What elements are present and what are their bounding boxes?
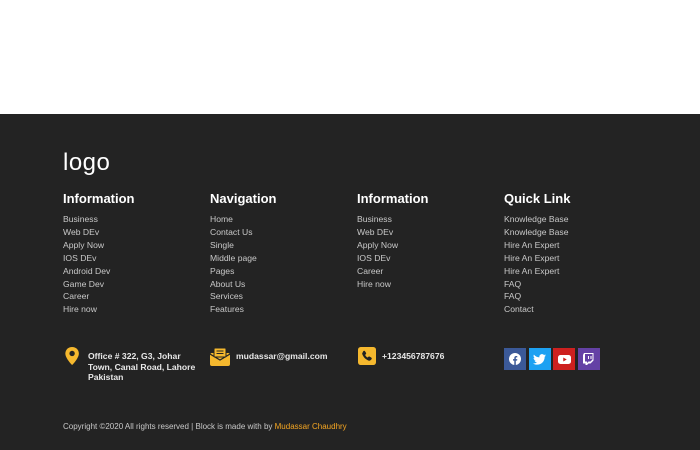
footer-link[interactable]: Knowledge Base	[504, 214, 569, 224]
list-item: Hire now	[63, 303, 135, 316]
copyright-text: Copyright ©2020 All rights reserved | Bl…	[63, 422, 347, 431]
footer-link[interactable]: Contact Us	[210, 227, 253, 237]
footer-link[interactable]: Hire An Expert	[504, 266, 559, 276]
list-item: Features	[210, 303, 276, 316]
list-item: Single	[210, 239, 276, 252]
twitch-button[interactable]	[577, 348, 600, 370]
link-list: Business Web DEv Apply Now IOS DEv Andro…	[63, 213, 135, 316]
envelope-icon	[210, 347, 230, 366]
list-item: Middle page	[210, 252, 276, 265]
contact-email: mudassar@gmail.com	[210, 346, 328, 366]
list-item: Web DEv	[63, 226, 135, 239]
column-title: Information	[63, 191, 135, 206]
list-item: IOS DEv	[63, 252, 135, 265]
contact-phone: +123456787676	[358, 346, 444, 365]
column-title: Information	[357, 191, 429, 206]
list-item: Career	[63, 290, 135, 303]
contact-address: Office # 322, G3, Johar Town, Canal Road…	[64, 346, 200, 383]
list-item: Apply Now	[63, 239, 135, 252]
footer-logo[interactable]: logo	[63, 150, 110, 176]
twitter-button[interactable]	[528, 348, 551, 370]
list-item: Hire now	[357, 278, 429, 291]
youtube-button[interactable]	[553, 348, 575, 370]
phone-icon	[358, 347, 376, 365]
list-item: Career	[357, 265, 429, 278]
address-text: Office # 322, G3, Johar Town, Canal Road…	[88, 351, 196, 382]
footer-column-information: Information Business Web DEv Apply Now I…	[63, 191, 135, 316]
social-links	[504, 348, 600, 370]
footer-link[interactable]: Apply Now	[357, 240, 398, 250]
twitch-icon	[583, 353, 594, 365]
footer-link[interactable]: About Us	[210, 279, 245, 289]
footer-link[interactable]: Career	[63, 291, 89, 301]
footer-link[interactable]: Pages	[210, 266, 234, 276]
list-item: Contact	[504, 303, 570, 316]
list-item: IOS DEv	[357, 252, 429, 265]
twitter-icon	[533, 353, 546, 365]
facebook-button[interactable]	[504, 348, 526, 370]
list-item: Business	[63, 213, 135, 226]
footer-link[interactable]: Services	[210, 291, 243, 301]
footer-column-navigation: Navigation Home Contact Us Single Middle…	[210, 191, 276, 316]
footer-link[interactable]: Apply Now	[63, 240, 104, 250]
location-pin-icon	[65, 347, 79, 365]
list-item: Services	[210, 290, 276, 303]
footer-link[interactable]: Android Dev	[63, 266, 110, 276]
footer-link[interactable]: Web DEv	[357, 227, 393, 237]
footer-link[interactable]: Career	[357, 266, 383, 276]
list-item: Apply Now	[357, 239, 429, 252]
list-item: FAQ	[504, 290, 570, 303]
footer-link[interactable]: FAQ	[504, 279, 521, 289]
footer-link[interactable]: Business	[357, 214, 392, 224]
footer-link[interactable]: Contact	[504, 304, 534, 314]
footer-link[interactable]: Home	[210, 214, 233, 224]
column-title: Quick Link	[504, 191, 571, 206]
footer-link[interactable]: Business	[63, 214, 98, 224]
youtube-icon	[557, 354, 571, 364]
footer-link[interactable]: Hire now	[63, 304, 97, 314]
list-item: Hire An Expert	[504, 265, 570, 278]
link-list: Home Contact Us Single Middle page Pages…	[210, 213, 276, 316]
facebook-icon	[509, 353, 521, 365]
phone-text[interactable]: +123456787676	[382, 351, 444, 362]
list-item: About Us	[210, 278, 276, 291]
email-text[interactable]: mudassar@gmail.com	[236, 351, 328, 362]
list-item: Hire An Expert	[504, 252, 570, 265]
column-title: Navigation	[210, 191, 277, 206]
list-item: Business	[357, 213, 429, 226]
footer-link[interactable]: Middle page	[210, 253, 257, 263]
footer-link[interactable]: Game Dev	[63, 279, 104, 289]
author-link[interactable]: Mudassar Chaudhry	[275, 422, 347, 431]
footer-column-quick-link: Quick Link Knowledge Base Knowledge Base…	[504, 191, 570, 316]
site-footer: logo Information Business Web DEv Apply …	[0, 114, 700, 450]
list-item: Home	[210, 213, 276, 226]
list-item: Contact Us	[210, 226, 276, 239]
footer-link[interactable]: IOS DEv	[357, 253, 390, 263]
link-list: Knowledge Base Knowledge Base Hire An Ex…	[504, 213, 570, 316]
list-item: Knowledge Base	[504, 226, 570, 239]
footer-link[interactable]: Hire An Expert	[504, 253, 559, 263]
footer-link[interactable]: Features	[210, 304, 244, 314]
footer-link[interactable]: Hire An Expert	[504, 240, 559, 250]
footer-link[interactable]: IOS DEv	[63, 253, 96, 263]
footer-link[interactable]: FAQ	[504, 291, 521, 301]
footer-link[interactable]: Single	[210, 240, 234, 250]
footer-link[interactable]: Knowledge Base	[504, 227, 569, 237]
list-item: Knowledge Base	[504, 213, 570, 226]
list-item: Pages	[210, 265, 276, 278]
list-item: Web DEv	[357, 226, 429, 239]
footer-column-information-2: Information Business Web DEv Apply Now I…	[357, 191, 429, 290]
list-item: Hire An Expert	[504, 239, 570, 252]
link-list: Business Web DEv Apply Now IOS DEv Caree…	[357, 213, 429, 290]
copyright-prefix: Copyright ©2020 All rights reserved | Bl…	[63, 422, 273, 431]
footer-link[interactable]: Web DEv	[63, 227, 99, 237]
list-item: FAQ	[504, 278, 570, 291]
list-item: Game Dev	[63, 278, 135, 291]
list-item: Android Dev	[63, 265, 135, 278]
footer-link[interactable]: Hire now	[357, 279, 391, 289]
